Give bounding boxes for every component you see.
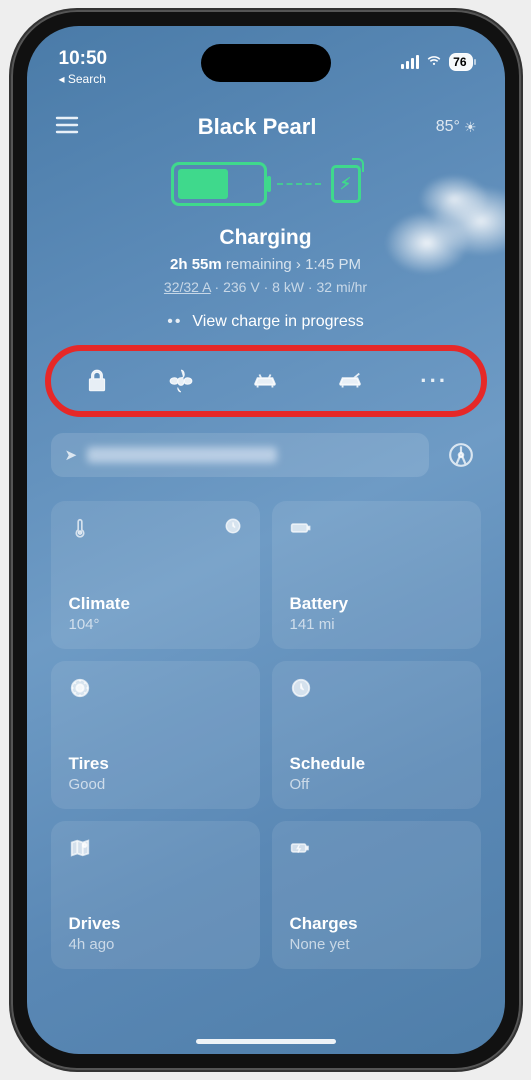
charges-card[interactable]: Charges None yet	[272, 821, 481, 969]
progress-dots-icon: ••	[167, 313, 182, 330]
home-indicator[interactable]	[196, 1039, 336, 1044]
location-input[interactable]: ➤	[51, 433, 429, 477]
drives-card[interactable]: Drives 4h ago	[51, 821, 260, 969]
schedule-card[interactable]: Schedule Off	[272, 661, 481, 809]
weather-display[interactable]: 85°☀︎	[436, 118, 477, 136]
battery-outline-icon	[290, 517, 312, 544]
clock-icon	[224, 517, 242, 544]
thermometer-icon	[69, 517, 91, 544]
view-charge-link[interactable]: ••View charge in progress	[27, 313, 505, 331]
menu-button[interactable]	[55, 115, 79, 140]
map-icon	[69, 837, 91, 864]
frunk-button[interactable]	[245, 361, 285, 401]
charge-bolt-icon	[290, 837, 312, 864]
wifi-icon	[425, 52, 443, 71]
cloud-decoration	[355, 166, 505, 276]
battery-status-icon: 76	[449, 53, 472, 71]
cell-signal-icon	[401, 55, 419, 69]
charging-details[interactable]: 32/32 A · 236 V · 8 kW · 32 mi/hr	[27, 279, 505, 295]
sun-icon: ☀︎	[464, 119, 477, 136]
charger-icon: ⚡︎	[331, 165, 361, 203]
tires-card[interactable]: Tires Good	[51, 661, 260, 809]
navigate-button[interactable]	[441, 435, 481, 475]
location-arrow-icon: ➤	[65, 446, 78, 464]
redacted-address	[87, 447, 277, 463]
tire-icon	[69, 677, 91, 704]
climate-card[interactable]: Climate 104°	[51, 501, 260, 649]
vehicle-name[interactable]: Black Pearl	[198, 114, 317, 140]
more-actions-button[interactable]: ···	[414, 361, 454, 401]
quick-action-row: ···	[51, 353, 481, 409]
dynamic-island	[201, 44, 331, 82]
status-time: 10:50	[59, 48, 108, 70]
battery-card[interactable]: Battery 141 mi	[272, 501, 481, 649]
battery-icon	[171, 162, 267, 206]
lock-button[interactable]	[77, 361, 117, 401]
trunk-button[interactable]	[330, 361, 370, 401]
back-to-search[interactable]: ◂ Search	[59, 72, 108, 86]
climate-fan-button[interactable]	[161, 361, 201, 401]
clock-icon	[290, 677, 312, 704]
